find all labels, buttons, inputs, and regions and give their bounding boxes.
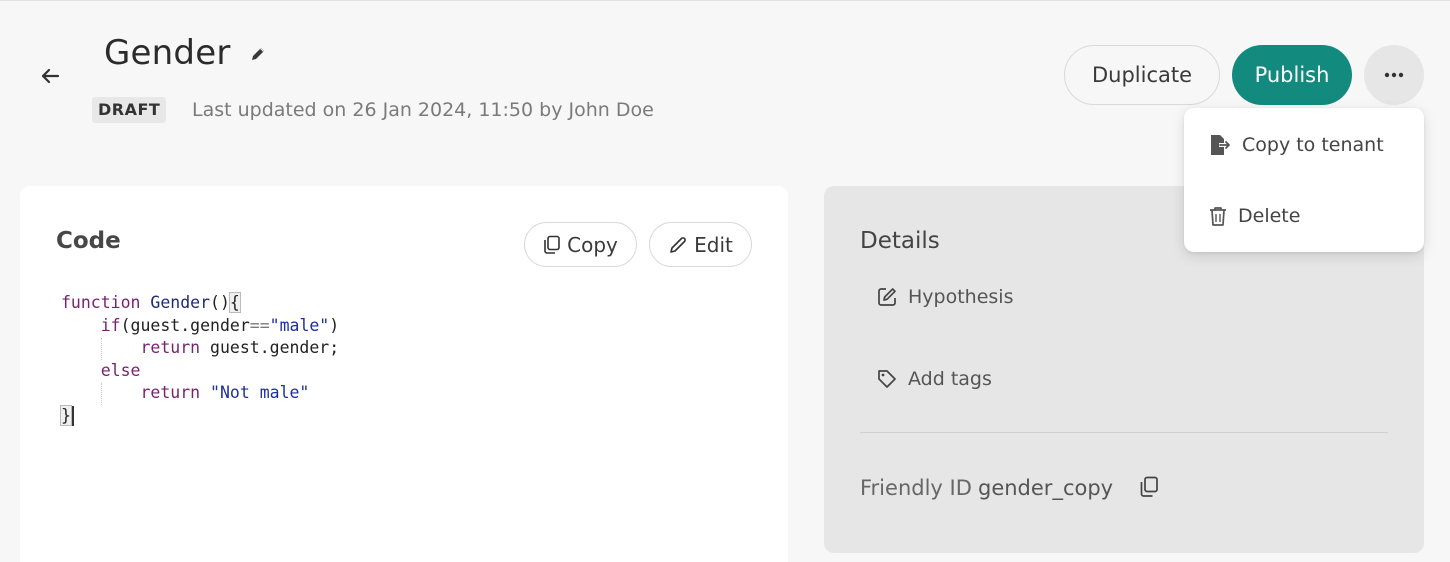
hypothesis-label: Hypothesis [908,286,1014,308]
code-line: else [100,360,141,380]
code-line: } [60,404,339,428]
publish-button[interactable]: Publish [1232,45,1352,105]
code-line: return guest.gender; [140,338,340,358]
code-line: if(guest.gender=="male") [100,315,340,335]
arrow-left-icon [41,68,60,84]
file-export-icon [1211,135,1230,155]
divider [860,432,1388,433]
menu-item-delete[interactable]: Delete [1208,205,1300,227]
code-editor[interactable]: function Gender(){ if(guest.gender=="mal… [60,292,340,428]
copy-code-label: Copy [567,232,618,257]
code-card: Code Copy Edit function Gender(){ if(gue… [20,186,788,562]
menu-item-label: Delete [1238,205,1301,227]
top-border [0,0,1450,1]
add-tags-label: Add tags [908,368,992,390]
copy-friendly-id-button[interactable] [1136,474,1162,500]
text-cursor [71,406,74,427]
edit-title-button[interactable] [246,42,270,66]
edit-square-icon [878,288,896,306]
back-button[interactable] [34,60,66,92]
add-tags-button[interactable]: Add tags [876,368,992,390]
friendly-id-value: gender_copy [978,476,1114,500]
copy-code-button[interactable]: Copy [524,222,637,267]
friendly-id-label: Friendly ID [860,476,972,500]
edit-code-label: Edit [694,232,733,257]
hypothesis-button[interactable]: Hypothesis [876,286,1013,308]
status-badge: DRAFT [92,97,167,123]
more-options-button[interactable] [1364,45,1424,105]
ellipsis-icon [1384,72,1404,78]
menu-item-copy-to-tenant[interactable]: Copy to tenant [1208,133,1384,157]
code-line: return "Not male" [140,383,310,403]
copy-icon [1140,476,1158,497]
indent-guide [101,338,102,360]
duplicate-button[interactable]: Duplicate [1064,45,1220,105]
more-options-menu: Copy to tenant Delete [1184,108,1424,252]
page-title: Gender [104,33,231,73]
menu-item-label: Copy to tenant [1242,134,1384,156]
tag-icon [878,370,896,388]
trash-icon [1210,207,1226,226]
edit-code-button[interactable]: Edit [649,222,752,267]
details-card-title: Details [860,228,940,254]
indent-guide [101,383,102,405]
pencil-icon [670,236,686,253]
copy-icon [544,235,560,254]
pencil-icon [252,48,264,60]
last-updated-text: Last updated on 26 Jan 2024, 11:50 by Jo… [192,99,654,121]
code-line: function Gender(){ [61,292,241,313]
code-card-title: Code [56,228,121,254]
